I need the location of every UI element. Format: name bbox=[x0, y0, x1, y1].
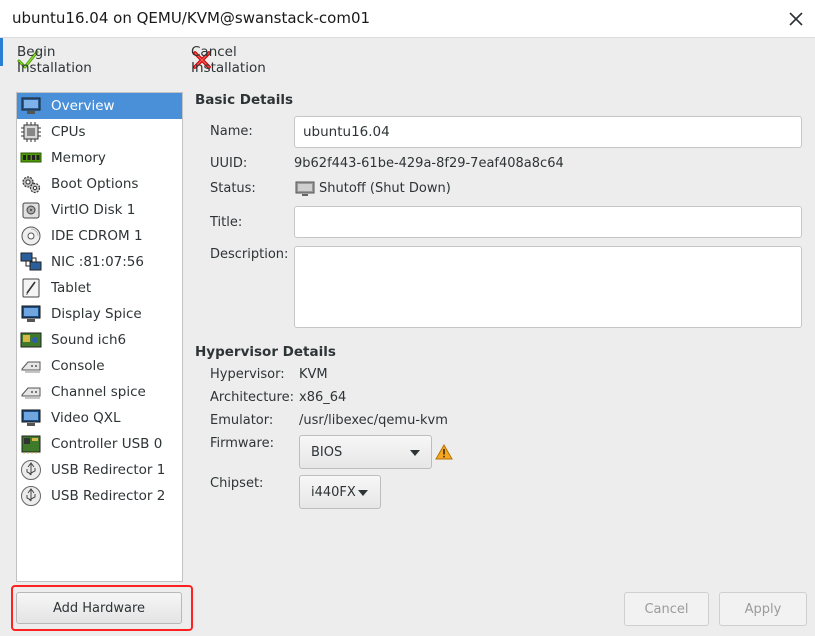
hypervisor-label: Hypervisor: bbox=[210, 367, 285, 382]
window-title: ubuntu16.04 on QEMU/KVM@swanstack-com01 bbox=[12, 9, 371, 27]
hypervisor-details-heading: Hypervisor Details bbox=[195, 344, 336, 360]
basic-details-heading: Basic Details bbox=[195, 92, 293, 108]
window-titlebar: ubuntu16.04 on QEMU/KVM@swanstack-com01 bbox=[0, 0, 815, 38]
close-icon[interactable] bbox=[785, 8, 807, 30]
video-icon bbox=[21, 409, 41, 426]
hypervisor-value: KVM bbox=[299, 367, 328, 382]
architecture-value: x86_64 bbox=[299, 390, 347, 405]
chevron-down-icon bbox=[410, 450, 420, 456]
description-label: Description: bbox=[210, 247, 289, 262]
disk-icon bbox=[22, 202, 40, 219]
status-label: Status: bbox=[210, 181, 256, 196]
sidebar-item-usb-redirector-1[interactable]: USB Redirector 1 bbox=[17, 457, 182, 483]
sidebar-item-controller-usb[interactable]: Controller USB 0 bbox=[17, 431, 182, 457]
gears-icon bbox=[22, 176, 41, 194]
name-field[interactable] bbox=[294, 116, 802, 148]
begin-installation-label: Begin Installation bbox=[17, 44, 92, 76]
serial-icon bbox=[21, 361, 41, 373]
sidebar-item-label: Boot Options bbox=[51, 176, 139, 192]
tablet-icon bbox=[22, 278, 40, 298]
add-hardware-button[interactable]: Add Hardware bbox=[16, 592, 182, 624]
hardware-list: Overview CPUs Memory Boot Options VirtIO… bbox=[16, 92, 183, 582]
sidebar-item-label: Overview bbox=[51, 98, 115, 114]
apply-button[interactable]: Apply bbox=[719, 592, 807, 626]
chevron-down-icon bbox=[358, 490, 368, 496]
cpu-icon bbox=[21, 122, 41, 142]
warning-icon bbox=[435, 444, 453, 460]
uuid-label: UUID: bbox=[210, 156, 248, 171]
uuid-value: 9b62f443-61be-429a-8f29-7eaf408a8c64 bbox=[294, 156, 564, 171]
memory-icon bbox=[20, 152, 42, 163]
sidebar-item-label: Sound ich6 bbox=[51, 332, 127, 348]
sidebar-item-label: Display Spice bbox=[51, 306, 142, 322]
shutoff-monitor-icon bbox=[295, 181, 315, 196]
cancel-installation-button[interactable]: Cancel Installation bbox=[191, 44, 266, 76]
usb-icon bbox=[21, 460, 41, 480]
usb-icon bbox=[21, 486, 41, 506]
cancel-installation-label: Cancel Installation bbox=[191, 44, 266, 76]
emulator-label: Emulator: bbox=[210, 413, 274, 428]
emulator-value: /usr/libexec/qemu-kvm bbox=[299, 413, 448, 428]
sidebar-item-label: Console bbox=[51, 358, 105, 374]
cdrom-icon bbox=[21, 226, 41, 246]
sidebar-item-label: Video QXL bbox=[51, 410, 121, 426]
sidebar-item-label: USB Redirector 1 bbox=[51, 462, 166, 478]
sidebar-item-label: IDE CDROM 1 bbox=[51, 228, 143, 244]
network-icon bbox=[20, 252, 42, 271]
sidebar-item-tablet[interactable]: Tablet bbox=[17, 275, 182, 301]
toolbar: Begin Installation Cancel Installation bbox=[0, 38, 815, 84]
title-label: Title: bbox=[210, 215, 243, 230]
sidebar-item-sound[interactable]: Sound ich6 bbox=[17, 327, 182, 353]
sidebar-item-ide-cdrom[interactable]: IDE CDROM 1 bbox=[17, 223, 182, 249]
sidebar-item-label: NIC :81:07:56 bbox=[51, 254, 144, 270]
sidebar-item-cpus[interactable]: CPUs bbox=[17, 119, 182, 145]
sidebar-item-label: Channel spice bbox=[51, 384, 146, 400]
sidebar-item-console[interactable]: Console bbox=[17, 353, 182, 379]
sidebar-item-video-qxl[interactable]: Video QXL bbox=[17, 405, 182, 431]
sidebar-item-nic[interactable]: NIC :81:07:56 bbox=[17, 249, 182, 275]
sidebar-item-usb-redirector-2[interactable]: USB Redirector 2 bbox=[17, 483, 182, 509]
serial-icon bbox=[21, 387, 41, 399]
title-field[interactable] bbox=[294, 206, 802, 238]
sidebar-item-label: VirtIO Disk 1 bbox=[51, 202, 136, 218]
firmware-selected-value: BIOS bbox=[311, 444, 343, 460]
firmware-label: Firmware: bbox=[210, 436, 274, 451]
monitor-icon bbox=[21, 97, 41, 114]
chipset-selected-value: i440FX bbox=[311, 484, 356, 500]
controller-icon bbox=[21, 435, 41, 454]
cancel-button[interactable]: Cancel bbox=[624, 592, 709, 626]
firmware-dropdown[interactable]: BIOS bbox=[299, 435, 432, 469]
architecture-label: Architecture: bbox=[210, 390, 294, 405]
sidebar-item-display-spice[interactable]: Display Spice bbox=[17, 301, 182, 327]
status-value: Shutoff (Shut Down) bbox=[319, 181, 451, 196]
sidebar-item-label: USB Redirector 2 bbox=[51, 488, 166, 504]
sidebar-item-channel-spice[interactable]: Channel spice bbox=[17, 379, 182, 405]
begin-installation-button[interactable]: Begin Installation bbox=[17, 44, 92, 76]
chipset-label: Chipset: bbox=[210, 476, 264, 491]
sound-icon bbox=[20, 332, 42, 348]
description-field[interactable] bbox=[294, 246, 802, 328]
name-label: Name: bbox=[210, 124, 253, 139]
sidebar-item-label: Tablet bbox=[51, 280, 92, 296]
sidebar-item-memory[interactable]: Memory bbox=[17, 145, 182, 171]
sidebar-item-overview[interactable]: Overview bbox=[17, 93, 182, 119]
sidebar-item-label: Controller USB 0 bbox=[51, 436, 163, 452]
sidebar-item-boot-options[interactable]: Boot Options bbox=[17, 171, 182, 197]
sidebar-item-label: Memory bbox=[51, 150, 106, 166]
display-icon bbox=[21, 305, 41, 322]
sidebar-item-label: CPUs bbox=[51, 124, 86, 140]
chipset-dropdown[interactable]: i440FX bbox=[299, 475, 381, 509]
sidebar-item-virtio-disk[interactable]: VirtIO Disk 1 bbox=[17, 197, 182, 223]
